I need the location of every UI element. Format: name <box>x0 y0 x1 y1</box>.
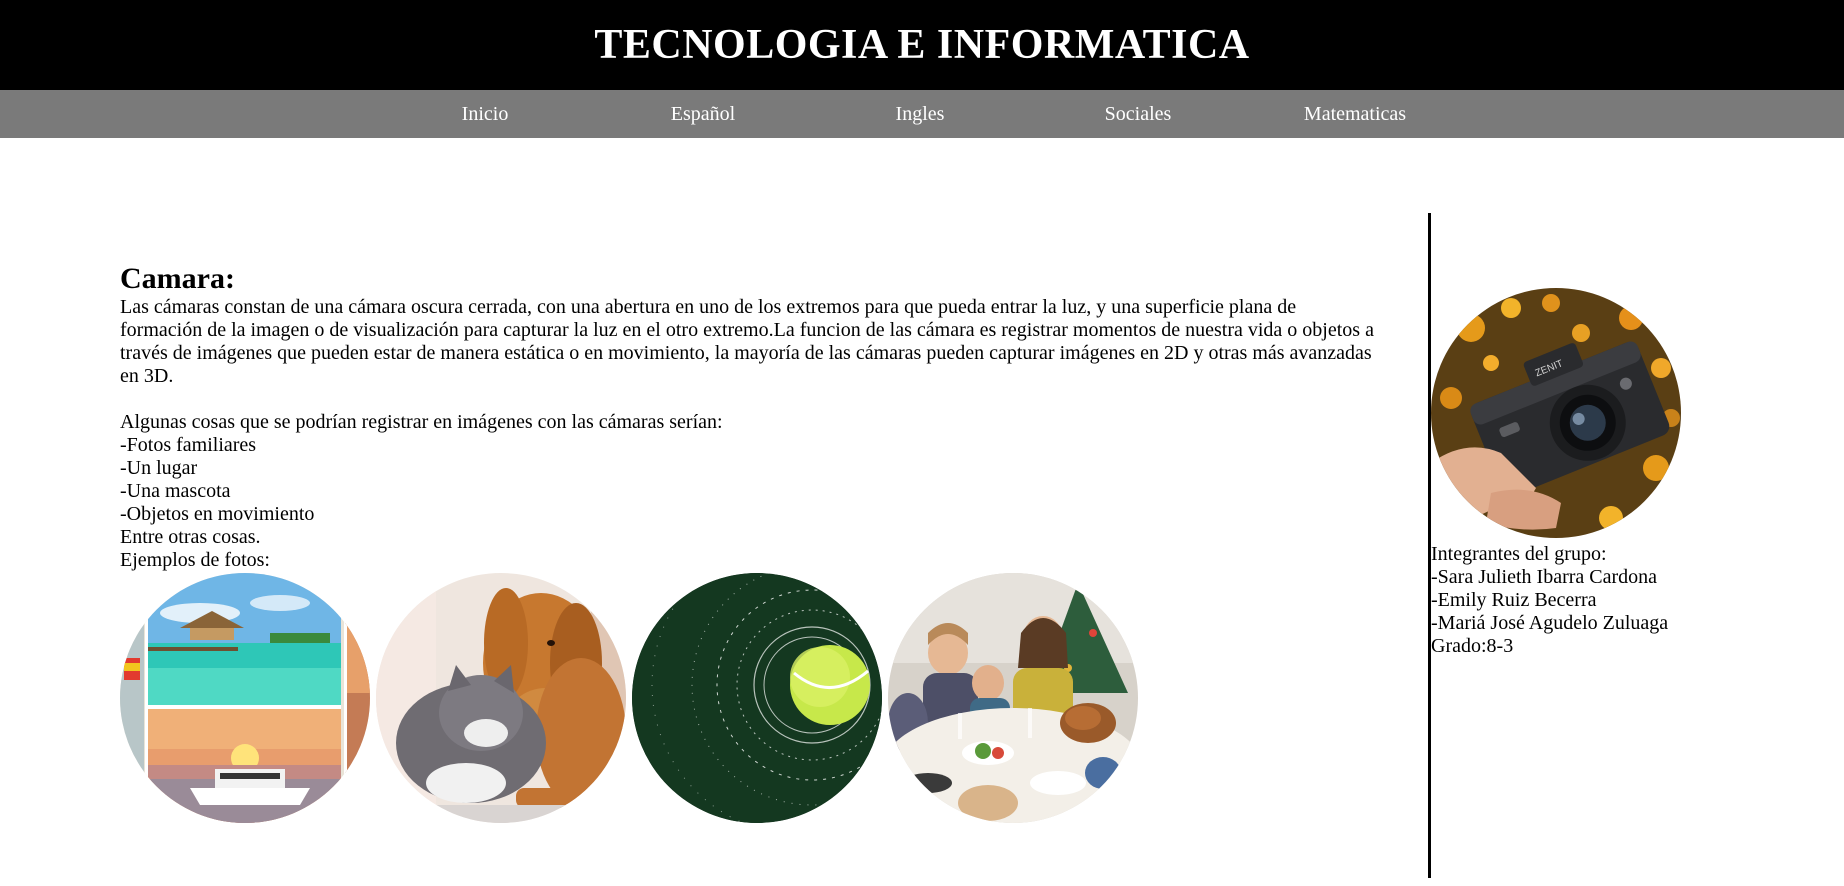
nav-link-ingles[interactable]: Ingles <box>896 90 945 138</box>
closing-text: Entre otras cosas. <box>120 526 261 548</box>
site-header: TECNOLOGIA E INFORMATICA <box>0 0 1844 90</box>
list-item: -Objetos en movimiento <box>120 503 315 525</box>
tennis-ball-motion-photo <box>632 573 882 823</box>
list-intro: Algunas cosas que se podrían registrar e… <box>120 411 723 433</box>
dog-and-cat-photo <box>376 573 626 823</box>
site-title: TECNOLOGIA E INFORMATICA <box>594 22 1250 68</box>
nav-link-inicio[interactable]: Inicio <box>462 90 509 138</box>
article-heading: Camara: <box>120 262 235 295</box>
family-dinner-photo <box>888 573 1138 823</box>
article: Camara: Las cámaras constan de una cámar… <box>120 262 1380 572</box>
list-item: -Un lugar <box>120 457 198 479</box>
member-name: -Mariá José Agudelo Zuluaga <box>1431 612 1669 634</box>
main-nav: Inicio Español Ingles Sociales Matematic… <box>0 90 1844 138</box>
member-name: -Emily Ruiz Becerra <box>1431 589 1597 611</box>
list-item: -Una mascota <box>120 480 231 502</box>
member-name: -Sara Julieth Ibarra Cardona <box>1431 566 1658 588</box>
article-paragraph: Las cámaras constan de una cámara oscura… <box>120 296 1374 387</box>
group-label: Integrantes del grupo: <box>1431 543 1607 565</box>
examples-label: Ejemplos de fotos: <box>120 549 270 571</box>
nav-link-espanol[interactable]: Español <box>671 90 735 138</box>
list-item: -Fotos familiares <box>120 434 257 456</box>
nav-link-matematicas[interactable]: Matematicas <box>1304 90 1406 138</box>
group-info: Integrantes del grupo: -Sara Julieth Iba… <box>1431 543 1668 658</box>
camera-in-hand-photo: ZENIT <box>1431 288 1681 538</box>
nav-link-sociales[interactable]: Sociales <box>1105 90 1172 138</box>
grade-label: Grado:8-3 <box>1431 635 1514 657</box>
example-photos <box>120 573 1140 823</box>
beach-collage-photo <box>120 573 370 823</box>
